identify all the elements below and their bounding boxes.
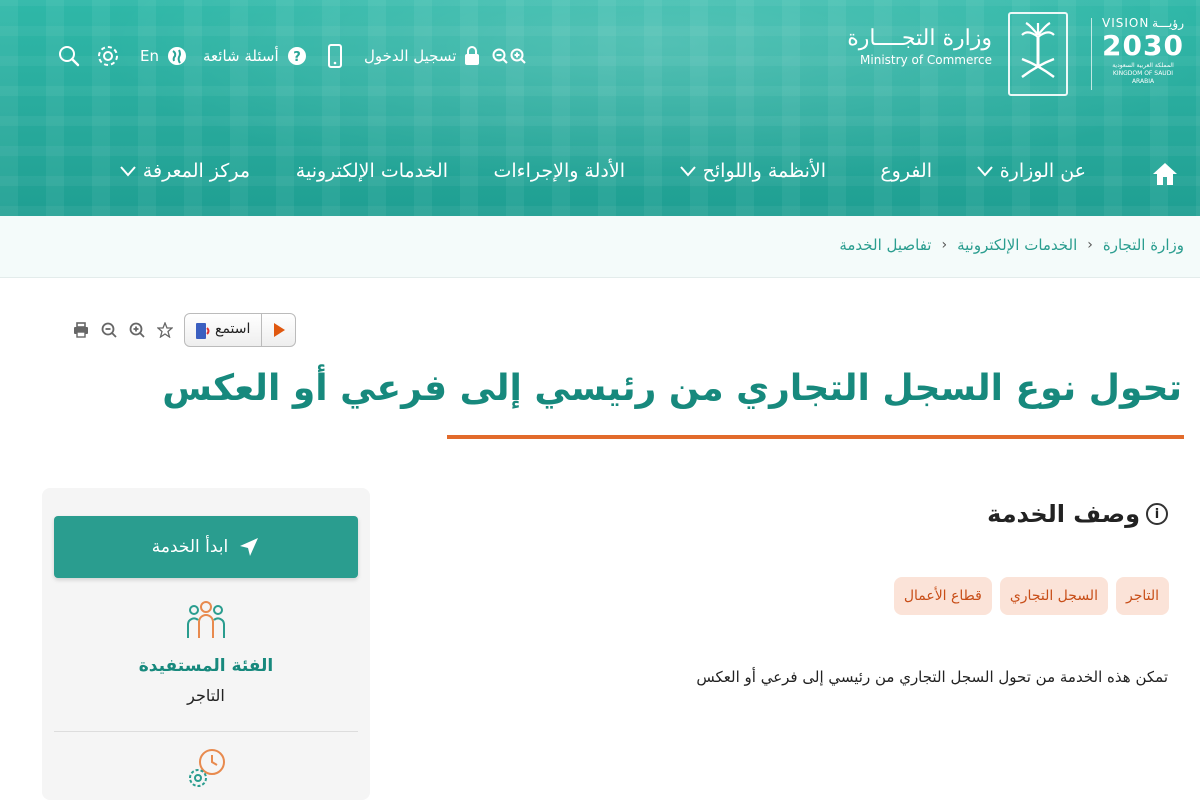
send-arrow-icon	[240, 538, 259, 556]
vision-sub-en: KINGDOM OF SAUDI ARABIA	[1112, 70, 1174, 85]
globe-icon	[167, 47, 186, 65]
breadcrumb: وزارة التجارة ‹ الخدمات الإلكترونية ‹ تف…	[839, 236, 1184, 254]
nav-regulations-label: الأنظمة واللوائح	[702, 160, 826, 182]
lock-icon	[465, 46, 480, 65]
listen-label: استمع	[215, 321, 251, 337]
zoom-out-icon[interactable]	[492, 48, 508, 64]
nav-about-label: عن الوزارة	[999, 160, 1086, 182]
page-title: تحول نوع السجل التجاري من رئيسي إلى فرعي…	[162, 368, 1182, 409]
vision-2030-logo: VISION رؤيـــة 2030 المملكة العربية السعو…	[1102, 16, 1184, 86]
chevron-down-icon	[679, 166, 696, 177]
nav-about[interactable]: عن الوزارة	[976, 160, 1086, 182]
ministry-logo-text[interactable]: وزارة التجــــارة Ministry of Commerce	[847, 26, 992, 67]
nav-eservices-label: الخدمات الإلكترونية	[295, 160, 448, 182]
question-icon: ?	[287, 47, 306, 65]
zoom-out-button[interactable]	[100, 321, 118, 339]
play-icon	[273, 323, 285, 337]
nav-knowledge-center[interactable]: مركز المعرفة	[119, 160, 250, 182]
vision-ar: رؤيـــة	[1152, 16, 1184, 30]
title-underline	[447, 435, 1184, 439]
chevron-left-icon: ‹	[941, 237, 948, 253]
nav-guides[interactable]: الأدلة والإجراءات	[494, 160, 626, 182]
settings-button[interactable]	[96, 36, 120, 76]
language-switch[interactable]: En	[140, 36, 187, 76]
section-heading: i وصف الخدمة	[987, 500, 1168, 528]
info-icon: i	[1146, 503, 1168, 525]
language-label: En	[140, 47, 159, 65]
search-icon	[59, 46, 80, 67]
nav-eservices[interactable]: الخدمات الإلكترونية	[296, 160, 448, 182]
zoom-in-icon[interactable]	[510, 48, 526, 64]
page-toolbar: استمع	[72, 313, 296, 347]
print-button[interactable]	[72, 321, 90, 339]
star-icon	[157, 322, 173, 338]
chevron-left-icon: ‹	[1087, 237, 1093, 253]
start-service-label: ابدأ الخدمة	[151, 537, 229, 557]
palm-swords-icon	[1021, 22, 1055, 78]
gear-icon	[98, 46, 118, 66]
duration-section	[54, 746, 358, 790]
nav-branches[interactable]: الفروع	[880, 160, 932, 182]
start-service-button[interactable]: ابدأ الخدمة	[54, 516, 358, 578]
tag-business-sector[interactable]: قطاع الأعمال	[893, 577, 992, 615]
zoom-out-icon	[101, 322, 117, 338]
logo-divider	[1091, 18, 1092, 90]
svg-text:?: ?	[293, 50, 301, 65]
users-group-icon	[187, 601, 225, 638]
login-link[interactable]: تسجيل الدخول	[364, 36, 480, 76]
breadcrumb-bar: وزارة التجارة ‹ الخدمات الإلكترونية ‹ تف…	[0, 216, 1200, 278]
service-sidebar: ابدأ الخدمة الفئة المستفيدة التاجر	[42, 488, 370, 800]
speaker-book-icon	[196, 323, 210, 339]
ministry-name-en: Ministry of Commerce	[860, 53, 992, 67]
tag-commercial-register[interactable]: السجل التجاري	[999, 577, 1108, 615]
zoom-in-icon	[129, 322, 145, 338]
nav-guides-label: الأدلة والإجراءات	[493, 160, 626, 182]
breadcrumb-eservices[interactable]: الخدمات الإلكترونية	[957, 236, 1077, 254]
favorite-button[interactable]	[156, 321, 174, 339]
site-header: En أسئلة شائعة ? تسجيل الدخول وزارة التج…	[0, 0, 1200, 216]
chevron-down-icon	[976, 166, 993, 177]
listen-button[interactable]: استمع	[184, 313, 296, 347]
faq-label: أسئلة شائعة	[203, 47, 279, 65]
faq-link[interactable]: أسئلة شائعة ?	[203, 36, 307, 76]
ministry-name-ar: وزارة التجــــارة	[847, 26, 992, 51]
clock-gear-icon	[189, 749, 225, 787]
mobile-icon	[328, 44, 342, 68]
breadcrumb-current: تفاصيل الخدمة	[839, 236, 932, 254]
beneficiary-section: الفئة المستفيدة التاجر	[54, 598, 358, 705]
nav-regulations[interactable]: الأنظمة واللوائح	[679, 160, 826, 182]
beneficiary-value: التاجر	[187, 686, 225, 705]
play-button[interactable]	[261, 313, 295, 347]
home-icon	[1153, 163, 1177, 185]
tag-list: التاجر السجل التجاري قطاع الأعمال	[893, 577, 1169, 615]
search-button[interactable]	[58, 36, 80, 76]
section-title: وصف الخدمة	[987, 500, 1140, 528]
main-nav: عن الوزارة الفروع الأنظمة واللوائح الأدل…	[0, 150, 1200, 200]
printer-icon	[74, 322, 88, 338]
chevron-down-icon	[120, 166, 136, 177]
vision-en: VISION	[1102, 16, 1150, 30]
tag-merchant[interactable]: التاجر	[1115, 577, 1169, 615]
login-label: تسجيل الدخول	[364, 47, 457, 65]
sidebar-divider	[54, 731, 358, 732]
zoom-controls	[492, 36, 526, 76]
service-description: تمكن هذه الخدمة من تحول السجل التجاري من…	[696, 668, 1168, 686]
vision-year: 2030	[1102, 29, 1184, 62]
zoom-in-button[interactable]	[128, 321, 146, 339]
nav-knowledge-label: مركز المعرفة	[142, 160, 250, 182]
home-button[interactable]	[1152, 162, 1178, 190]
nav-branches-label: الفروع	[880, 160, 932, 182]
vision-sub-ar: المملكة العربية السعودية	[1112, 62, 1174, 69]
saudi-emblem-logo	[1008, 12, 1068, 96]
beneficiary-title: الفئة المستفيدة	[138, 656, 274, 676]
breadcrumb-ministry[interactable]: وزارة التجارة	[1103, 236, 1184, 254]
mobile-app-link[interactable]	[328, 36, 342, 76]
